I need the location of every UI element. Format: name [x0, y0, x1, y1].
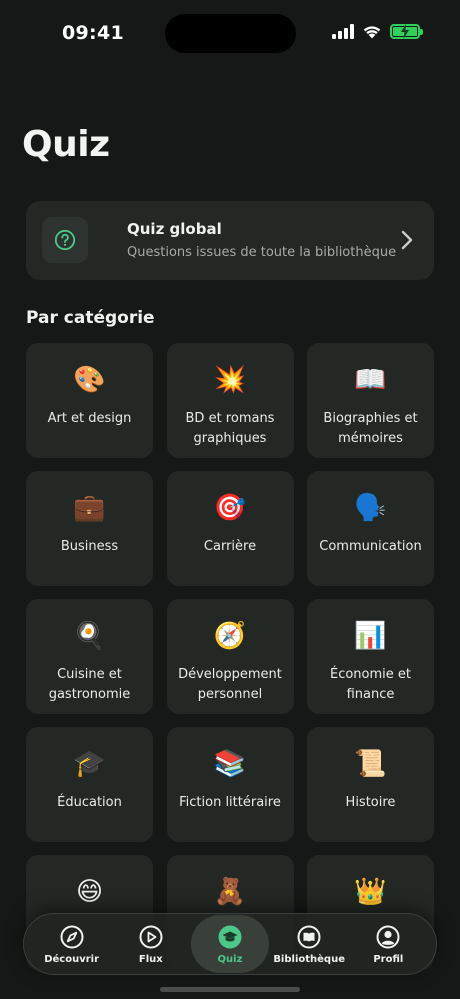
category-card[interactable]: 📊 Économie et finance	[307, 599, 434, 714]
global-quiz-subtitle: Questions issues de toute la bibliothèqu…	[127, 245, 397, 260]
category-section-title: Par catégorie	[26, 308, 155, 328]
question-circle-icon	[54, 229, 76, 251]
cellular-signal-icon	[332, 24, 354, 39]
category-emoji-icon: 📚	[213, 749, 247, 779]
category-card[interactable]: 🧭 Développement personnel	[166, 599, 294, 714]
category-card[interactable]: 🍳 Cuisine et gastronomie	[26, 599, 153, 714]
category-emoji-icon: 🧸	[213, 877, 247, 907]
category-label: Carrière	[203, 539, 257, 554]
category-emoji-icon: 🍳	[73, 621, 106, 651]
compass-icon	[60, 925, 84, 948]
category-emoji-icon: 🎓	[73, 749, 106, 779]
nav-label: Flux	[138, 953, 163, 965]
nav-tab-quiz[interactable]: Quiz	[190, 915, 269, 973]
dynamic-island	[165, 14, 296, 53]
category-label: Art et design	[47, 411, 132, 426]
play-circle-icon	[139, 925, 163, 948]
nav-tab-decouvrir[interactable]: Découvrir	[33, 915, 111, 973]
global-quiz-icon-box	[42, 217, 88, 263]
category-label: Développement personnel	[178, 667, 282, 702]
nav-label: Bibliothèque	[273, 953, 345, 965]
category-card[interactable]: 💥 BD et romans graphiques	[166, 343, 294, 458]
category-emoji-icon: 👑	[354, 877, 387, 907]
profile-icon	[376, 925, 400, 948]
category-emoji-icon: 📖	[354, 365, 387, 395]
page-title: Quiz	[22, 124, 110, 165]
bottom-nav: Découvrir Flux Quiz Bibliothèque Profil	[23, 913, 437, 975]
chevron-right-icon	[401, 230, 413, 250]
category-emoji-icon: 😄	[75, 877, 104, 907]
battery-icon	[390, 24, 423, 39]
category-label: Business	[60, 539, 119, 554]
category-label: Histoire	[345, 795, 396, 810]
category-label: Cuisine et gastronomie	[48, 667, 131, 702]
book-icon	[297, 925, 321, 948]
category-emoji-icon: 📜	[354, 749, 387, 779]
home-indicator	[160, 987, 300, 992]
category-card[interactable]: 📜 Histoire	[307, 727, 434, 842]
nav-label: Découvrir	[44, 953, 99, 965]
category-emoji-icon: 🗣️	[354, 493, 387, 523]
nav-tab-bibliotheque[interactable]: Bibliothèque	[270, 915, 348, 973]
category-emoji-icon: 🧭	[213, 621, 247, 651]
category-card[interactable]: 📖 Biographies et mémoires	[307, 343, 434, 458]
nav-tab-flux[interactable]: Flux	[112, 915, 190, 973]
category-card[interactable]: 🎯 Carrière	[166, 471, 294, 586]
category-label: Économie et finance	[329, 667, 411, 702]
global-quiz-card[interactable]: Quiz global Questions issues de toute la…	[26, 201, 434, 280]
category-emoji-icon: 📊	[354, 621, 387, 651]
category-card[interactable]: 💼 Business	[26, 471, 153, 586]
category-emoji-icon: 🎯	[213, 493, 247, 523]
status-bar: 09:41	[0, 0, 460, 70]
status-time: 09:41	[62, 22, 124, 44]
category-label: Biographies et mémoires	[323, 411, 418, 446]
category-emoji-icon: 💼	[73, 493, 106, 523]
nav-tab-profil[interactable]: Profil	[349, 915, 427, 973]
category-label: Éducation	[57, 795, 122, 810]
category-grid: 🎨 Art et design 💥 BD et romans graphiques …	[26, 343, 434, 970]
nav-label: Profil	[373, 953, 404, 965]
global-quiz-title: Quiz global	[127, 220, 222, 238]
status-icons	[332, 24, 423, 39]
category-label: Communication	[319, 539, 422, 554]
category-emoji-icon: 🎨	[73, 365, 106, 395]
category-label: BD et romans graphiques	[185, 411, 275, 446]
category-card[interactable]: 🎓 Éducation	[26, 727, 153, 842]
graduation-cap-icon	[218, 925, 242, 948]
category-emoji-icon: 💥	[213, 365, 247, 395]
category-card[interactable]: 🎨 Art et design	[26, 343, 153, 458]
wifi-icon	[363, 26, 381, 39]
category-card[interactable]: 🗣️ Communication	[307, 471, 434, 586]
category-card[interactable]: 📚 Fiction littéraire	[166, 727, 294, 842]
category-label: Fiction littéraire	[179, 795, 281, 810]
nav-label: Quiz	[217, 953, 243, 965]
quiz-screen: 09:41 Quiz Quiz global Questions issues …	[0, 0, 460, 999]
